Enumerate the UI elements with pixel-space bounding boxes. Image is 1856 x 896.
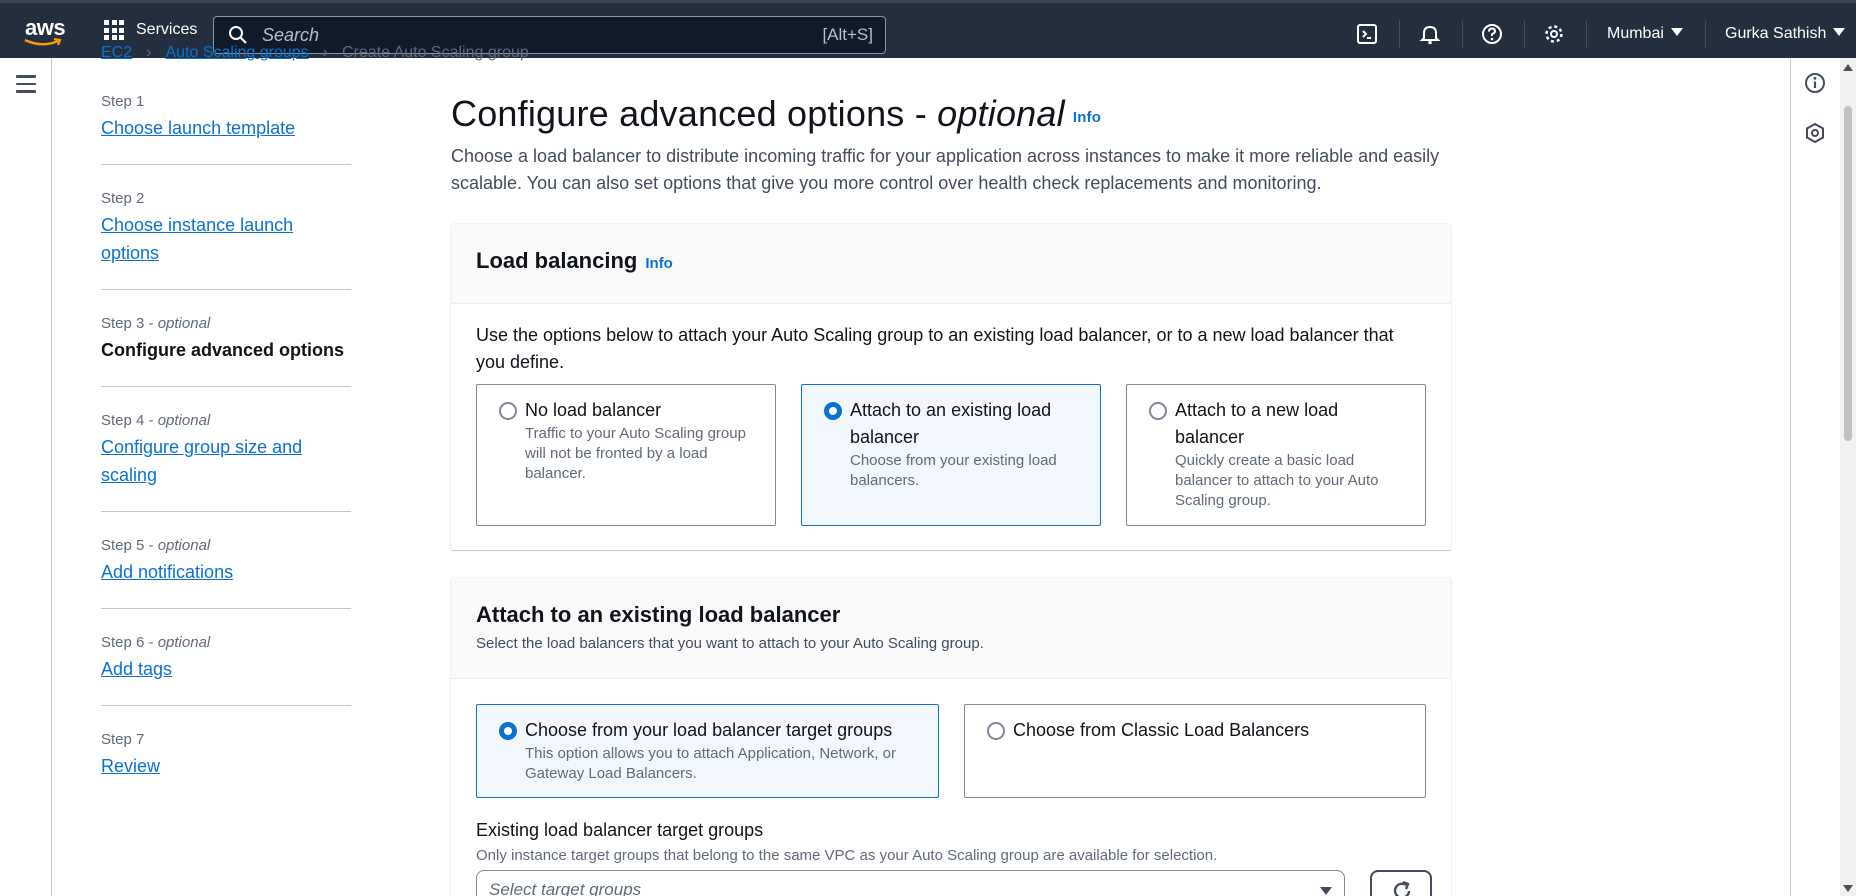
- step-number: Step 4 - optional: [101, 412, 211, 429]
- option-no-load-balancer[interactable]: No load balancer Traffic to your Auto Sc…: [476, 384, 776, 526]
- refresh-button[interactable]: [1370, 870, 1432, 896]
- target-groups-description: Only instance target groups that belong …: [476, 847, 1218, 864]
- load-balancing-info-link[interactable]: Info: [645, 255, 673, 272]
- option-description: This option allows you to attach Applica…: [525, 745, 897, 782]
- wizard-step-5: Step 5 - optional Add notifications: [101, 534, 351, 609]
- option-attach-existing-load-balancer[interactable]: Attach to an existing load balancer Choo…: [801, 384, 1101, 526]
- wizard-step-4: Step 4 - optional Configure group size a…: [101, 409, 351, 512]
- load-balancing-intro: Use the options below to attach your Aut…: [476, 325, 1394, 372]
- caret-down-icon: [1320, 887, 1332, 895]
- nav-divider: [1524, 20, 1525, 48]
- nav-divider: [1586, 20, 1587, 48]
- radio-button[interactable]: [1149, 402, 1167, 420]
- info-panel-icon[interactable]: [1804, 72, 1826, 94]
- account-name: Gurka Sathish: [1725, 25, 1827, 42]
- search-icon: [229, 26, 247, 44]
- step-number: Step 3 - optional: [101, 315, 211, 332]
- feedback-hexagon-icon[interactable]: [1804, 122, 1826, 144]
- aws-logo[interactable]: aws: [22, 15, 66, 47]
- caret-down-icon: [1833, 28, 1846, 36]
- wizard-step-2: Step 2 Choose instance launch options: [101, 187, 351, 290]
- load-balancing-title: Load balancing Info: [476, 248, 673, 273]
- load-balancing-header: Load balancing Info: [451, 224, 1451, 304]
- scroll-down-arrow-icon[interactable]: [1843, 885, 1853, 892]
- search-shortcut-hint: [Alt+S]: [822, 25, 873, 44]
- breadcrumb-auto-scaling-groups[interactable]: Auto Scaling groups: [165, 44, 308, 62]
- help-icon[interactable]: [1481, 23, 1503, 45]
- breadcrumb-current: Create Auto Scaling group: [341, 44, 529, 61]
- region-label: Mumbai: [1607, 25, 1664, 42]
- option-description: Choose from your existing load balancers…: [850, 452, 1057, 489]
- attach-existing-subtitle: Select the load balancers that you want …: [476, 635, 984, 652]
- account-menu[interactable]: Gurka Sathish: [1725, 25, 1846, 43]
- wizard-step-6: Step 6 - optional Add tags: [101, 631, 351, 706]
- wizard-step-1: Step 1 Choose launch template: [101, 90, 351, 165]
- option-label: Choose from your load balancer target gr…: [525, 720, 893, 740]
- option-label: Attach to a new load balancer: [1175, 400, 1339, 447]
- wizard-steps: Step 1 Choose launch template Step 2 Cho…: [101, 90, 351, 824]
- search-input[interactable]: Search: [262, 25, 822, 46]
- load-balancing-panel: Load balancing Info Use the options below…: [451, 224, 1451, 550]
- radio-button-selected[interactable]: [824, 402, 842, 420]
- nav-divider: [1399, 20, 1400, 48]
- nav-divider: [1462, 20, 1463, 48]
- option-attach-new-load-balancer[interactable]: Attach to a new load balancer Quickly cr…: [1126, 384, 1426, 526]
- target-groups-select[interactable]: Select target groups: [476, 870, 1345, 896]
- services-menu[interactable]: Services: [104, 20, 197, 40]
- breadcrumb-separator: ›: [146, 44, 152, 61]
- attach-existing-header: Attach to an existing load balancer Sele…: [451, 578, 1451, 679]
- attach-existing-title: Attach to an existing load balancer: [476, 602, 841, 627]
- page-scrollbar[interactable]: [1840, 58, 1856, 896]
- services-label: Services: [136, 21, 198, 38]
- aws-smile-icon: [24, 38, 62, 46]
- page-info-link[interactable]: Info: [1073, 109, 1101, 126]
- step-number: Step 7: [101, 731, 145, 748]
- settings-gear-icon[interactable]: [1543, 23, 1565, 45]
- step-number: Step 2: [101, 190, 145, 207]
- scroll-up-arrow-icon[interactable]: [1843, 64, 1853, 71]
- option-target-groups[interactable]: Choose from your load balancer target gr…: [476, 704, 939, 798]
- option-label: Choose from Classic Load Balancers: [1013, 720, 1310, 740]
- breadcrumb-separator: ›: [322, 44, 328, 61]
- option-label: Attach to an existing load balancer: [850, 400, 1052, 447]
- target-groups-placeholder: Select target groups: [489, 880, 642, 896]
- step-number: Step 5 - optional: [101, 537, 211, 554]
- step-link-add-notifications[interactable]: Add notifications: [101, 558, 351, 586]
- services-grid-icon: [104, 20, 124, 40]
- page-description: Choose a load balancer to distribute inc…: [451, 146, 1440, 193]
- caret-down-icon: [1670, 28, 1683, 36]
- step-link-configure-group-size[interactable]: Configure group size and scaling: [101, 433, 311, 489]
- hamburger-menu-icon[interactable]: [16, 75, 36, 98]
- radio-button-selected[interactable]: [499, 722, 517, 740]
- target-groups-label: Existing load balancer target groups: [476, 820, 764, 840]
- breadcrumb-ec2[interactable]: EC2: [101, 44, 132, 62]
- radio-button[interactable]: [499, 402, 517, 420]
- step-number: Step 1: [101, 93, 145, 110]
- page-title: Configure advanced options - optional Inf…: [451, 93, 1102, 134]
- breadcrumb: EC2 › Auto Scaling groups › Create Auto …: [101, 44, 529, 62]
- option-description: Traffic to your Auto Scaling group will …: [525, 425, 746, 482]
- option-label: No load balancer: [525, 400, 662, 420]
- side-navigation-rail: [0, 58, 52, 896]
- scroll-thumb[interactable]: [1844, 106, 1852, 441]
- step-link-review[interactable]: Review: [101, 752, 351, 780]
- option-classic-load-balancers[interactable]: Choose from Classic Load Balancers: [964, 704, 1426, 798]
- option-description: Quickly create a basic load balancer to …: [1175, 452, 1379, 509]
- nav-divider: [1705, 20, 1706, 48]
- wizard-step-7: Step 7 Review: [101, 728, 351, 802]
- region-selector[interactable]: Mumbai: [1607, 25, 1683, 43]
- tools-rail: [1790, 58, 1840, 896]
- step-current-configure-advanced-options: Configure advanced options: [101, 340, 345, 360]
- step-link-choose-launch-template[interactable]: Choose launch template: [101, 114, 351, 142]
- notifications-bell-icon[interactable]: [1419, 23, 1441, 45]
- step-number: Step 6 - optional: [101, 634, 211, 651]
- refresh-icon: [1393, 880, 1411, 896]
- cloudshell-icon[interactable]: [1356, 23, 1378, 45]
- step-link-add-tags[interactable]: Add tags: [101, 655, 351, 683]
- step-link-choose-instance-launch-options[interactable]: Choose instance launch options: [101, 211, 351, 267]
- radio-button[interactable]: [987, 722, 1005, 740]
- wizard-step-3: Step 3 - optional Configure advanced opt…: [101, 312, 351, 387]
